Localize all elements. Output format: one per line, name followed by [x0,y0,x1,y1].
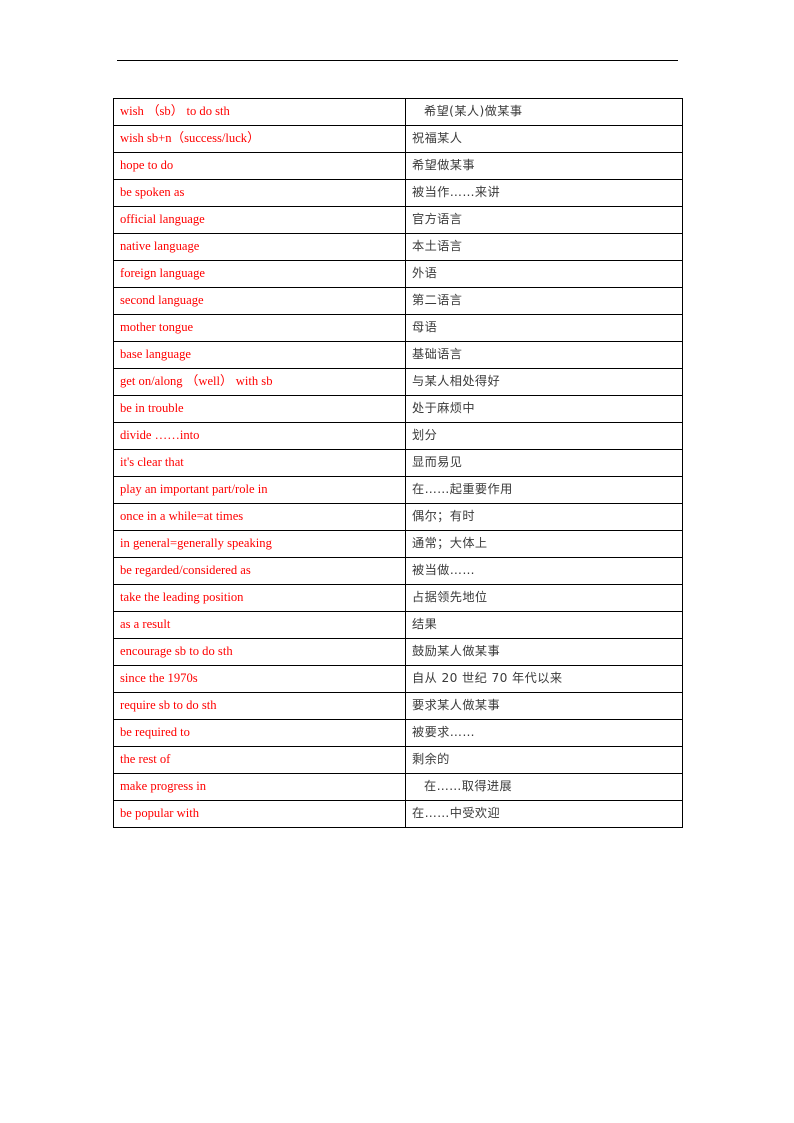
english-phrase-cell: encourage sb to do sth [113,638,406,666]
table-row: wish （sb） to do sth 希望(某人)做某事 [113,98,683,126]
english-phrase-cell: play an important part/role in [113,476,406,504]
document-page: wish （sb） to do sth 希望(某人)做某事 wish sb+n（su… [0,0,794,1123]
table-row: encourage sb to do sth 鼓励某人做某事 [113,638,683,666]
table-row: be required to 被要求…… [113,719,683,747]
english-phrase-cell: require sb to do sth [113,692,406,720]
table-row: since the 1970s 自从 20 世纪 70 年代以来 [113,665,683,693]
english-phrase-cell: be spoken as [113,179,406,207]
english-phrase-cell: as a result [113,611,406,639]
vocabulary-table: wish （sb） to do sth 希望(某人)做某事 wish sb+n（su… [113,98,683,828]
table-row: be popular with 在……中受欢迎 [113,800,683,828]
chinese-meaning-cell: 与某人相处得好 [405,368,683,396]
table-row: official language 官方语言 [113,206,683,234]
chinese-meaning-cell: 通常；大体上 [405,530,683,558]
english-phrase-cell: be required to [113,719,406,747]
english-phrase-cell: second language [113,287,406,315]
english-phrase-cell: it's clear that [113,449,406,477]
chinese-meaning-cell: 第二语言 [405,287,683,315]
english-phrase-cell: mother tongue [113,314,406,342]
english-phrase-cell: since the 1970s [113,665,406,693]
english-phrase-cell: take the leading position [113,584,406,612]
table-row: make progress in 在……取得进展 [113,773,683,801]
chinese-meaning-cell: 外语 [405,260,683,288]
chinese-meaning-cell: 在……起重要作用 [405,476,683,504]
table-row: get on/along （well） with sb 与某人相处得好 [113,368,683,396]
chinese-meaning-cell: 祝福某人 [405,125,683,153]
table-row: mother tongue 母语 [113,314,683,342]
chinese-meaning-cell: 占据领先地位 [405,584,683,612]
table-row: once in a while=at times 偶尔；有时 [113,503,683,531]
table-row: native language 本土语言 [113,233,683,261]
chinese-meaning-cell: 希望(某人)做某事 [405,98,683,126]
header-rule [117,60,678,61]
english-phrase-cell: divide ……into [113,422,406,450]
chinese-meaning-cell: 处于麻烦中 [405,395,683,423]
chinese-meaning-cell: 被当做…… [405,557,683,585]
english-phrase-cell: the rest of [113,746,406,774]
table-row: hope to do 希望做某事 [113,152,683,180]
english-phrase-cell: be in trouble [113,395,406,423]
chinese-meaning-cell: 鼓励某人做某事 [405,638,683,666]
table-row: foreign language 外语 [113,260,683,288]
english-phrase-cell: native language [113,233,406,261]
table-row: be spoken as 被当作……来讲 [113,179,683,207]
table-row: play an important part/role in 在……起重要作用 [113,476,683,504]
table-row: wish sb+n（success/luck） 祝福某人 [113,125,683,153]
chinese-meaning-cell: 官方语言 [405,206,683,234]
chinese-meaning-cell: 母语 [405,314,683,342]
chinese-meaning-cell: 在……取得进展 [405,773,683,801]
chinese-meaning-cell: 结果 [405,611,683,639]
english-phrase-cell: wish sb+n（success/luck） [113,125,406,153]
english-phrase-cell: hope to do [113,152,406,180]
table-row: the rest of 剩余的 [113,746,683,774]
table-row: base language 基础语言 [113,341,683,369]
chinese-meaning-cell: 基础语言 [405,341,683,369]
english-phrase-cell: be popular with [113,800,406,828]
chinese-meaning-cell: 划分 [405,422,683,450]
english-phrase-cell: in general=generally speaking [113,530,406,558]
table-row: in general=generally speaking 通常；大体上 [113,530,683,558]
chinese-meaning-cell: 显而易见 [405,449,683,477]
english-phrase-cell: be regarded/considered as [113,557,406,585]
english-phrase-cell: make progress in [113,773,406,801]
english-phrase-cell: foreign language [113,260,406,288]
english-phrase-cell: once in a while=at times [113,503,406,531]
english-phrase-cell: get on/along （well） with sb [113,368,406,396]
vocabulary-table-container: wish （sb） to do sth 希望(某人)做某事 wish sb+n（su… [113,98,683,828]
english-phrase-cell: base language [113,341,406,369]
table-row: take the leading position 占据领先地位 [113,584,683,612]
table-row: as a result 结果 [113,611,683,639]
table-row: be in trouble 处于麻烦中 [113,395,683,423]
chinese-meaning-cell: 自从 20 世纪 70 年代以来 [405,665,683,693]
chinese-meaning-cell: 偶尔；有时 [405,503,683,531]
english-phrase-cell: wish （sb） to do sth [113,98,406,126]
chinese-meaning-cell: 在……中受欢迎 [405,800,683,828]
table-row: divide ……into 划分 [113,422,683,450]
chinese-meaning-cell: 剩余的 [405,746,683,774]
vocabulary-table-body: wish （sb） to do sth 希望(某人)做某事 wish sb+n（su… [113,98,683,828]
chinese-meaning-cell: 被要求…… [405,719,683,747]
table-row: require sb to do sth 要求某人做某事 [113,692,683,720]
table-row: be regarded/considered as 被当做…… [113,557,683,585]
chinese-meaning-cell: 要求某人做某事 [405,692,683,720]
chinese-meaning-cell: 本土语言 [405,233,683,261]
table-row: second language 第二语言 [113,287,683,315]
chinese-meaning-cell: 被当作……来讲 [405,179,683,207]
english-phrase-cell: official language [113,206,406,234]
table-row: it's clear that 显而易见 [113,449,683,477]
chinese-meaning-cell: 希望做某事 [405,152,683,180]
